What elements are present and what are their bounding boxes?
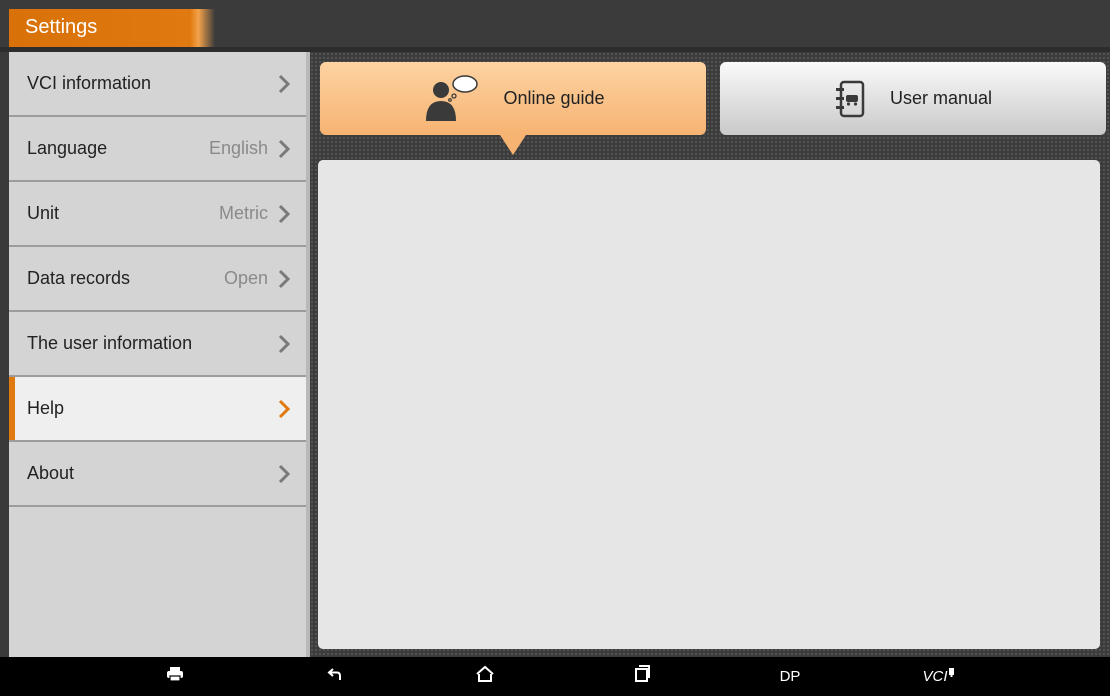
recent-apps-button[interactable] <box>627 657 657 696</box>
sidebar-item-value: English <box>208 138 268 158</box>
online-guide-label: Online guide <box>503 88 605 108</box>
chevron-right-icon <box>276 203 292 225</box>
user-chat-icon <box>421 73 481 125</box>
back-icon <box>327 666 343 687</box>
chevron-right-icon <box>276 398 292 420</box>
chevron-right-icon <box>276 463 292 485</box>
sidebar-item-label: Language <box>27 138 108 158</box>
dp-button[interactable]: DP <box>775 657 805 696</box>
selected-tab-pointer <box>500 135 526 155</box>
home-button[interactable] <box>470 657 500 696</box>
sidebar-item-label: Unit <box>27 203 60 223</box>
vci-button[interactable]: VCI <box>918 657 958 696</box>
title-bar: Settings <box>0 0 1110 47</box>
sidebar-item-label: Data records <box>27 268 131 288</box>
sidebar-item-unit[interactable]: Unit Metric <box>9 182 306 247</box>
sidebar-item-label: Help <box>27 398 65 418</box>
sidebar-item-label: The user information <box>27 333 193 353</box>
content-panel <box>318 160 1100 649</box>
sidebar-item-label: About <box>27 463 75 483</box>
sidebar-item-help[interactable]: Help <box>9 377 306 442</box>
sidebar-item-about[interactable]: About <box>9 442 306 507</box>
vci-connector-icon <box>948 664 954 682</box>
sidebar-item-vci-information[interactable]: VCI information <box>9 52 306 117</box>
sidebar-item-value: Open <box>223 268 268 288</box>
sidebar-item-user-information[interactable]: The user information <box>9 312 306 377</box>
print-button[interactable] <box>160 657 190 696</box>
vci-label: VCI <box>922 668 948 685</box>
page-title: Settings <box>25 16 98 38</box>
manual-book-icon <box>834 79 868 119</box>
system-nav-bar: DP VCI <box>0 657 1110 696</box>
home-icon <box>475 665 495 688</box>
chevron-right-icon <box>276 268 292 290</box>
recent-apps-icon <box>634 665 650 688</box>
settings-title-tab: Settings <box>9 9 215 47</box>
user-manual-label: User manual <box>889 88 993 108</box>
online-guide-button[interactable]: Online guide <box>320 62 706 135</box>
chevron-right-icon <box>276 73 292 95</box>
user-manual-button[interactable]: User manual <box>720 62 1106 135</box>
sidebar-item-data-records[interactable]: Data records Open <box>9 247 306 312</box>
back-button[interactable] <box>320 657 350 696</box>
help-content-area: Online guide User manual <box>310 52 1110 657</box>
sidebar-item-language[interactable]: Language English <box>9 117 306 182</box>
dp-label: DP <box>779 668 801 685</box>
sidebar-item-value: Metric <box>219 203 268 223</box>
sidebar-item-label: VCI information <box>27 73 152 93</box>
print-icon <box>166 666 184 687</box>
chevron-right-icon <box>276 138 292 160</box>
chevron-right-icon <box>276 333 292 355</box>
settings-sidebar: VCI information Language English Unit Me… <box>9 52 306 657</box>
